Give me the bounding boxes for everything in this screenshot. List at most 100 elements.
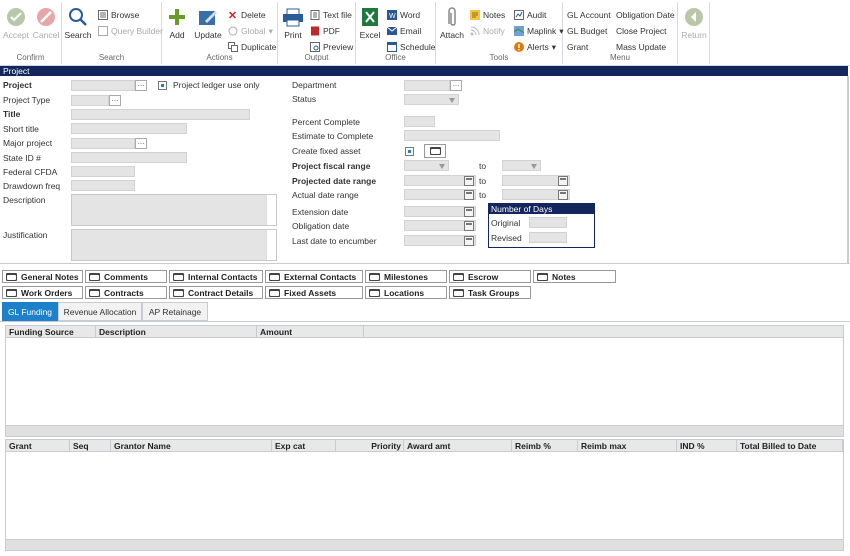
accept-button[interactable]: Accept [3,6,29,40]
obligation-date-link[interactable]: Obligation Date [616,8,675,22]
subtab-ap-retainage[interactable]: AP Retainage [142,302,208,321]
excel-button[interactable]: Excel [357,6,383,40]
project-lookup-button[interactable]: … [135,80,147,91]
column-header[interactable]: Exp cat [272,440,336,452]
column-header[interactable]: Reimb max [578,440,677,452]
major-project-field[interactable] [71,138,135,149]
tab-external-contacts[interactable]: External Contacts [265,270,363,283]
column-header[interactable]: Amount [257,326,364,338]
revised-days-field[interactable] [529,232,567,243]
tab-comments[interactable]: Comments [85,270,167,283]
open-folder-button[interactable] [424,144,446,158]
query-builder-button[interactable]: Query Builder [97,24,163,38]
federal-cfda-field[interactable] [71,166,135,177]
email-button[interactable]: Email [386,24,421,38]
fixed-asset-checkbox[interactable] [405,147,414,156]
cancel-button[interactable]: Cancel [32,6,60,40]
drawdown-freq-field[interactable] [71,180,135,191]
column-header[interactable]: Grant [6,440,70,452]
state-id-field[interactable] [71,152,187,163]
calendar-icon[interactable] [464,221,474,231]
percent-complete-field[interactable] [404,116,435,127]
major-project-lookup-button[interactable]: … [135,138,147,149]
department-field[interactable] [404,80,450,91]
description-scrollbar[interactable] [266,195,276,225]
grant-link[interactable]: Grant [567,40,588,54]
duplicate-button[interactable]: Duplicate [227,40,276,54]
word-button[interactable]: W Word [386,8,420,22]
last-date-field[interactable] [404,235,476,246]
extension-date-field[interactable] [404,206,476,217]
column-header[interactable]: Grantor Name [111,440,272,452]
attach-button[interactable]: Attach [438,6,466,40]
project-field[interactable] [71,80,135,91]
add-button[interactable]: Add [165,6,189,40]
status-select[interactable] [404,94,459,105]
tab-fixed-assets[interactable]: Fixed Assets [265,286,363,299]
audit-button[interactable]: Audit [513,8,546,22]
browse-button[interactable]: Browse [97,8,139,22]
tab-contracts[interactable]: Contracts [85,286,167,299]
projected-to-field[interactable] [502,175,570,186]
column-header[interactable]: Description [96,326,257,338]
search-button[interactable]: Search [64,6,92,40]
fiscal-to-select[interactable] [502,160,541,171]
print-button[interactable]: Print [280,6,306,40]
project-type-field[interactable] [71,95,109,106]
alerts-button[interactable]: Alerts ▾ [513,40,556,54]
column-header[interactable]: IND % [677,440,737,452]
subtab-revenue-allocation[interactable]: Revenue Allocation [58,302,142,321]
calendar-icon[interactable] [464,236,474,246]
calendar-icon[interactable] [558,176,568,186]
tab-internal-contacts[interactable]: Internal Contacts [169,270,263,283]
projected-from-field[interactable] [404,175,476,186]
gl-budget-link[interactable]: GL Budget [567,24,607,38]
column-header[interactable]: Priority [336,440,404,452]
estimate-field[interactable] [404,130,500,141]
calendar-icon[interactable] [464,190,474,200]
gl-account-link[interactable]: GL Account [567,8,611,22]
justification-textarea[interactable] [71,229,277,261]
fiscal-from-select[interactable] [404,160,449,171]
actual-to-field[interactable] [502,189,570,200]
department-lookup-button[interactable]: … [450,80,462,91]
mass-update-link[interactable]: Mass Update [616,40,666,54]
tab-milestones[interactable]: Milestones [365,270,447,283]
subtab-gl-funding[interactable]: GL Funding [2,302,58,321]
tab-notes[interactable]: Notes [533,270,616,283]
tab-task-groups[interactable]: Task Groups [449,286,531,299]
notes-button[interactable]: Notes [469,8,505,22]
return-button[interactable]: Return [680,6,708,40]
original-days-field[interactable] [529,217,567,228]
column-header[interactable]: Funding Source [6,326,96,338]
preview-button[interactable]: Preview [309,40,353,54]
column-header[interactable]: Award amt [404,440,512,452]
global-button[interactable]: Global ▾ [227,24,273,38]
description-textarea[interactable] [71,194,277,226]
schedule-button[interactable]: Schedule [386,40,435,54]
tab-escrow[interactable]: Escrow [449,270,531,283]
calendar-icon[interactable] [464,176,474,186]
ledger-only-checkbox[interactable] [158,81,167,90]
text-file-button[interactable]: Text file [309,8,352,22]
calendar-icon[interactable] [558,190,568,200]
tab-locations[interactable]: Locations [365,286,447,299]
close-project-link[interactable]: Close Project [616,24,667,38]
tab-work-orders[interactable]: Work Orders [2,286,83,299]
update-button[interactable]: Update [192,6,224,40]
calendar-icon[interactable] [464,207,474,217]
title-field[interactable] [71,109,250,120]
column-header[interactable]: Total Billed to Date [737,440,843,452]
pdf-button[interactable]: PDF [309,24,340,38]
tab-general-notes[interactable]: General Notes [2,270,83,283]
justification-scrollbar[interactable] [266,230,276,260]
column-header[interactable]: Seq [70,440,111,452]
delete-button[interactable]: ✕ Delete [227,8,266,22]
maplink-button[interactable]: Maplink ▾ [513,24,564,38]
column-header[interactable]: Reimb % [512,440,578,452]
obligation-date-field[interactable] [404,220,476,231]
actual-from-field[interactable] [404,189,476,200]
project-type-lookup-button[interactable]: … [109,95,121,106]
short-title-field[interactable] [71,123,187,134]
notify-button[interactable]: Notify [469,24,505,38]
